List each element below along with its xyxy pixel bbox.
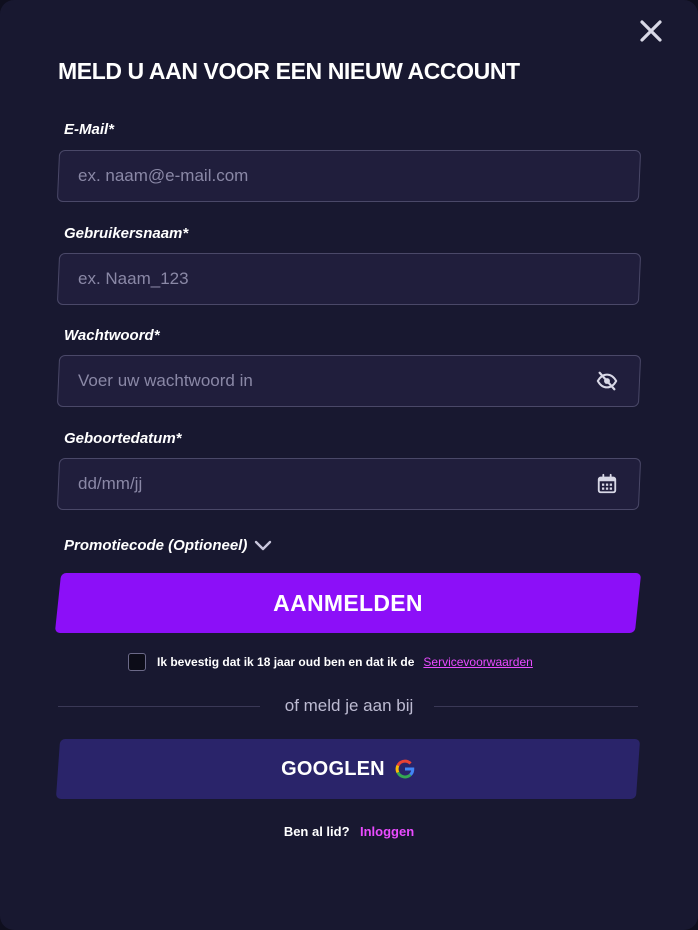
birthdate-field-wrapper <box>56 458 642 510</box>
signup-button-label: AANMELDEN <box>273 589 423 616</box>
birthdate-label: Geboortedatum* <box>64 430 182 447</box>
divider-right <box>434 706 638 707</box>
google-button-label: GOOGLEN <box>281 757 385 780</box>
login-link[interactable]: Inloggen <box>360 824 414 839</box>
age-terms-text: Ik bevestig dat ik 18 jaar oud ben en da… <box>157 655 415 669</box>
signup-button[interactable]: AANMELDEN <box>54 573 642 633</box>
chevron-down-icon <box>255 540 272 550</box>
signup-modal: MELD U AAN VOOR EEN NIEUW ACCOUNT E-Mail… <box>0 0 698 930</box>
age-terms-checkbox[interactable] <box>128 653 146 671</box>
promo-code-label: Promotiecode (Optioneel) <box>64 537 248 554</box>
password-input[interactable] <box>58 355 640 407</box>
eye-off-icon[interactable] <box>596 370 618 392</box>
birthdate-input[interactable] <box>58 458 640 510</box>
calendar-icon[interactable] <box>596 473 618 495</box>
login-row: Ben al lid? Inloggen <box>0 823 698 841</box>
google-signup-button[interactable]: GOOGLEN <box>55 739 641 799</box>
email-label: E-Mail* <box>64 121 115 138</box>
password-label: Wachtwoord* <box>64 327 160 344</box>
already-member-text: Ben al lid? <box>283 824 350 839</box>
close-button[interactable] <box>638 18 664 44</box>
promo-code-toggle[interactable]: Promotiecode (Optioneel) <box>64 537 273 554</box>
username-label: Gebruikersnaam* <box>64 225 189 242</box>
close-icon <box>640 20 662 42</box>
password-field-wrapper <box>56 355 642 407</box>
email-field-wrapper <box>56 150 642 202</box>
terms-link[interactable]: Servicevoorwaarden <box>423 655 532 669</box>
modal-title: MELD U AAN VOOR EEN NIEUW ACCOUNT <box>58 58 520 84</box>
username-input[interactable] <box>58 253 640 305</box>
age-terms-confirm: Ik bevestig dat ik 18 jaar oud ben en da… <box>128 653 533 671</box>
email-input[interactable] <box>58 150 640 202</box>
google-icon <box>395 759 415 779</box>
username-field-wrapper <box>56 253 642 305</box>
